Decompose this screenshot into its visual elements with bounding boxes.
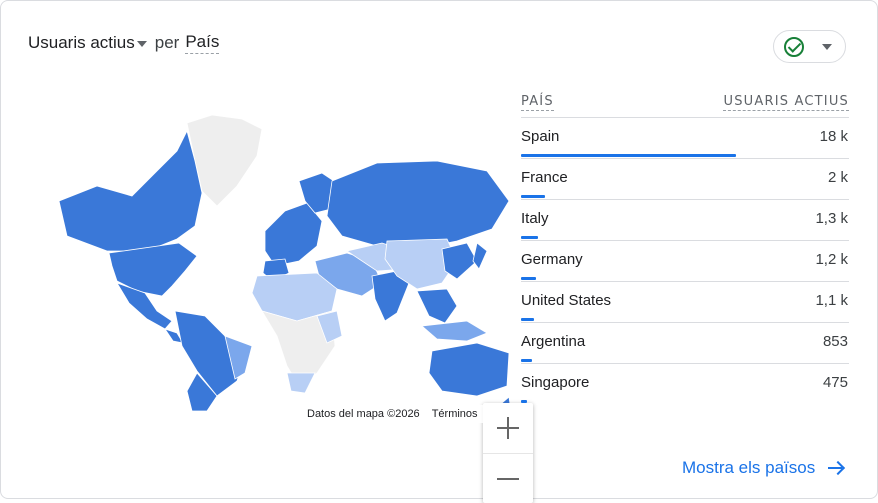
active-users-value: 18 k (819, 128, 848, 145)
per-label: per (154, 33, 180, 52)
country-region-indonesia[interactable] (421, 320, 488, 342)
metric-label: Usuaris actius (28, 33, 135, 52)
arrow-right-icon (827, 460, 843, 476)
table-body: Spain 18 k France 2 k Italy 1,3 k Germany 1,2 k… (521, 118, 849, 404)
share-bar (521, 318, 534, 321)
active-users-value: 1,1 k (815, 292, 848, 309)
world-map[interactable] (37, 111, 533, 503)
column-header-country[interactable]: PAÍS (521, 94, 554, 111)
country-region-australia[interactable] (428, 342, 510, 397)
show-countries-label: Mostra els països (682, 458, 816, 477)
map-attribution: Datos del mapa ©2026 Términos (301, 405, 484, 423)
table-row[interactable]: Singapore 475 (521, 364, 849, 404)
country-region-southeast-asia[interactable] (416, 288, 458, 324)
table-header: PAÍS USUARIS ACTIUS (521, 87, 849, 118)
table-row[interactable]: United States 1,1 k (521, 282, 849, 323)
table-row[interactable]: Italy 1,3 k (521, 200, 849, 241)
country-name: Spain (521, 128, 560, 145)
share-bar (521, 154, 736, 157)
country-name: Argentina (521, 333, 586, 350)
country-name: Germany (521, 251, 583, 268)
active-users-value: 1,3 k (815, 210, 848, 227)
table-row[interactable]: Germany 1,2 k (521, 241, 849, 282)
zoom-in-button[interactable] (483, 403, 533, 453)
table-row[interactable]: France 2 k (521, 159, 849, 200)
country-name: France (521, 169, 568, 186)
country-table: PAÍS USUARIS ACTIUS Spain 18 k France 2 k It… (521, 87, 849, 404)
map-terms-link[interactable]: Términos (432, 408, 478, 420)
country-region-japan[interactable] (472, 242, 488, 270)
dimension-selector[interactable]: País (185, 32, 220, 54)
active-users-value: 853 (822, 333, 848, 350)
status-dropdown[interactable] (773, 30, 846, 63)
world-map-svg (58, 114, 511, 416)
share-bar (521, 400, 527, 403)
country-name: Singapore (521, 374, 590, 391)
table-row[interactable]: Argentina 853 (521, 323, 849, 364)
chevron-down-icon (822, 43, 832, 50)
check-circle-icon (784, 36, 804, 57)
show-countries-link[interactable]: Mostra els països (682, 458, 843, 478)
zoom-controls (483, 403, 533, 503)
zoom-out-button[interactable] (483, 453, 533, 503)
users-by-country-card: Usuaris actius per País Datos del mapa ©… (0, 0, 878, 503)
share-bar (521, 277, 536, 280)
country-name: United States (521, 292, 612, 309)
card-header: Usuaris actius per País (28, 32, 220, 54)
share-bar (521, 359, 532, 362)
active-users-value: 2 k (827, 169, 848, 186)
country-region-canada[interactable] (58, 129, 203, 252)
metric-selector[interactable]: Usuaris actius (28, 33, 147, 53)
active-users-value: 1,2 k (815, 251, 848, 268)
active-users-value: 475 (822, 374, 848, 391)
caret-down-icon (136, 41, 147, 47)
map-data-credit: Datos del mapa ©2026 (307, 408, 420, 420)
country-region-russia[interactable] (326, 160, 510, 250)
country-region-south-africa[interactable] (286, 372, 316, 394)
share-bar (521, 195, 545, 198)
country-region-europe-west[interactable] (264, 202, 323, 267)
table-row[interactable]: Spain 18 k (521, 118, 849, 159)
country-name: Italy (521, 210, 549, 227)
column-header-active-users[interactable]: USUARIS ACTIUS (723, 94, 849, 111)
share-bar (521, 236, 538, 239)
